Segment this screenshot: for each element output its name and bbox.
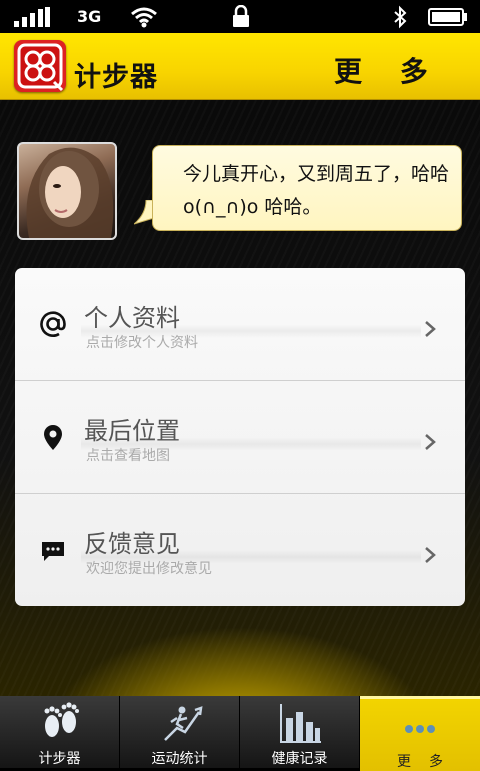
chevron-right-icon [425, 321, 436, 337]
tab-label: 运动统计 [151, 751, 208, 767]
location-pin-icon [44, 425, 62, 450]
page-title: 更 多 [334, 55, 442, 88]
menu-item-subtitle: 欢迎您提出修改意见 [86, 561, 212, 577]
menu-item-title: 最后位置 [84, 417, 180, 445]
menu-item-subtitle: 点击查看地图 [86, 448, 170, 464]
logo-icon [17, 43, 64, 92]
app-name: 计步器 [74, 62, 158, 93]
menu-item-subtitle: 点击修改个人资料 [86, 335, 198, 351]
menu-item-feedback[interactable]: 反馈意见 欢迎您提出修改意见 [15, 494, 465, 606]
bluetooth-icon [394, 5, 407, 29]
main-content: 今儿真开心，又到周五了，哈哈o(∩_∩)o 哈哈。 个人资料 点击修改个人资料 … [0, 100, 480, 696]
app-header: 计步器 更 多 [0, 33, 480, 100]
chevron-right-icon [425, 434, 436, 450]
status-bubble: 今儿真开心，又到周五了，哈哈o(∩_∩)o 哈哈。 [152, 145, 462, 231]
tab-more[interactable]: 更多 [360, 696, 480, 771]
app-logo [14, 40, 66, 92]
menu-item-last-location[interactable]: 最后位置 点击查看地图 [15, 381, 465, 494]
lock-icon [233, 5, 249, 27]
bar-chart-icon [280, 704, 321, 743]
tab-exercise-stats[interactable]: 运动统计 [120, 696, 240, 768]
avatar[interactable] [17, 142, 117, 240]
bottom-tab-bar: 计步器 运动统计 健康记录 更多 [0, 696, 480, 771]
status-bar: 3G [0, 0, 480, 33]
menu-item-title: 个人资料 [84, 304, 180, 332]
signal-icon [14, 7, 50, 27]
battery-icon [428, 8, 467, 26]
tab-health-records[interactable]: 健康记录 [240, 696, 360, 768]
tab-label: 更多 [397, 754, 461, 770]
tab-label: 计步器 [38, 751, 81, 767]
settings-menu: 个人资料 点击修改个人资料 最后位置 点击查看地图 反馈意见 欢迎您提出修改意见 [15, 268, 465, 606]
chat-bubble-icon [42, 542, 64, 561]
network-type: 3G [77, 7, 102, 26]
menu-item-profile[interactable]: 个人资料 点击修改个人资料 [15, 268, 465, 381]
footprints-icon [44, 702, 79, 737]
at-icon [40, 311, 66, 337]
menu-item-title: 反馈意见 [84, 530, 180, 558]
tab-label: 健康记录 [271, 751, 328, 767]
chevron-right-icon [425, 547, 436, 563]
more-dots-icon [405, 725, 435, 733]
runner-stats-icon [164, 706, 203, 741]
tab-pedometer[interactable]: 计步器 [0, 696, 120, 768]
status-message: 今儿真开心，又到周五了，哈哈o(∩_∩)o 哈哈。 [183, 163, 450, 218]
avatar-photo [26, 147, 114, 238]
wifi-icon [131, 7, 157, 28]
